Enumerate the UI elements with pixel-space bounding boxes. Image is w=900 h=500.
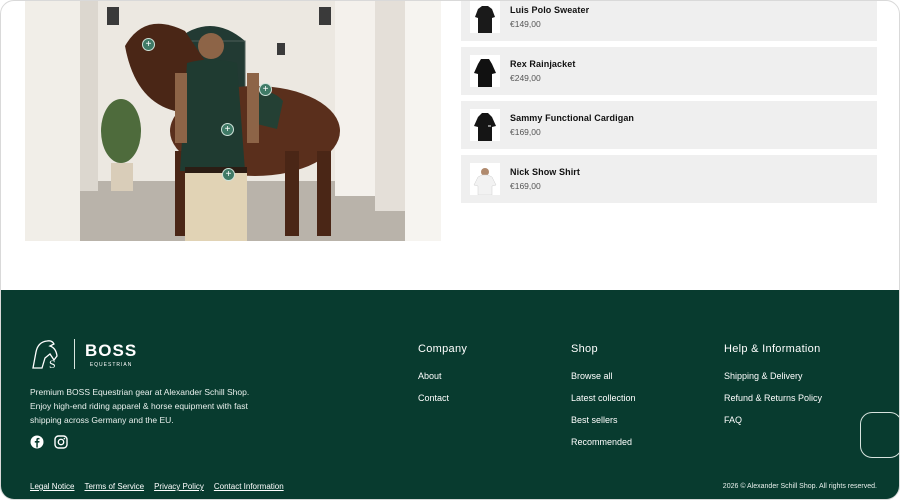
- product-list: Luis Polo Sweater €149,00 Rex Rainjacket…: [461, 1, 877, 209]
- site-footer: S BOSS EQUESTRIAN Premium BOSS Equestria…: [1, 290, 899, 499]
- product-thumbnail: [470, 55, 500, 87]
- product-price: €149,00: [510, 19, 541, 29]
- contact-information-link[interactable]: Contact Information: [214, 482, 284, 491]
- legal-notice-link[interactable]: Legal Notice: [30, 482, 74, 491]
- brand-tagline: EQUESTRIAN: [89, 361, 133, 368]
- footer-column-help: Help & Information Shipping & Delivery R…: [724, 343, 822, 437]
- product-price: €249,00: [510, 73, 541, 83]
- hotspot-saddle-pad[interactable]: +: [259, 83, 272, 96]
- legal-links: Legal Notice Terms of Service Privacy Po…: [30, 482, 284, 491]
- privacy-policy-link[interactable]: Privacy Policy: [154, 482, 204, 491]
- brand-name: BOSS: [85, 340, 138, 360]
- footer-heading: Help & Information: [724, 343, 821, 355]
- product-card[interactable]: Luis Polo Sweater €149,00: [461, 1, 877, 41]
- footer-column-shop: Shop Browse all Latest collection Best s…: [571, 343, 636, 459]
- product-name: Sammy Functional Cardigan: [510, 113, 635, 123]
- footer-link-about[interactable]: About: [418, 371, 467, 381]
- hotspot-breeches[interactable]: +: [222, 168, 235, 181]
- instagram-icon[interactable]: [54, 435, 68, 449]
- product-thumbnail: [470, 1, 500, 33]
- product-thumbnail: [470, 109, 500, 141]
- footer-link-contact[interactable]: Contact: [418, 393, 467, 403]
- footer-heading: Company: [418, 343, 468, 355]
- hotspot-bridle[interactable]: +: [142, 38, 155, 51]
- footer-link-shipping[interactable]: Shipping & Delivery: [724, 371, 822, 381]
- product-price: €169,00: [510, 181, 541, 191]
- footer-description: Premium BOSS Equestrian gear at Alexande…: [30, 387, 250, 425]
- social-links: [30, 435, 68, 449]
- hero-photo: + + + +: [25, 1, 441, 241]
- logo-divider: [74, 339, 75, 369]
- page-frame: + + + + Luis Polo Sweater €149,00 Rex Ra…: [0, 0, 900, 500]
- product-thumbnail: [470, 163, 500, 195]
- product-card[interactable]: Sammy Functional Cardigan €169,00: [461, 101, 877, 149]
- chat-widget-button[interactable]: [860, 412, 899, 458]
- product-name: Luis Polo Sweater: [510, 5, 590, 15]
- product-card[interactable]: Nick Show Shirt €169,00: [461, 155, 877, 203]
- footer-link-faq[interactable]: FAQ: [724, 415, 822, 425]
- horse-emblem-icon: S: [32, 340, 58, 370]
- footer-column-company: Company About Contact: [418, 343, 467, 415]
- brand-logo[interactable]: S BOSS EQUESTRIAN: [30, 338, 137, 370]
- copyright-text: 2026 © Alexander Schill Shop. All rights…: [722, 483, 877, 490]
- terms-of-service-link[interactable]: Terms of Service: [84, 482, 144, 491]
- footer-link-latest-collection[interactable]: Latest collection: [571, 393, 636, 403]
- facebook-icon[interactable]: [30, 435, 44, 449]
- product-card[interactable]: Rex Rainjacket €249,00: [461, 47, 877, 95]
- hero-illustration: [25, 1, 441, 241]
- footer-heading: Shop: [571, 343, 598, 355]
- footer-link-refund[interactable]: Refund & Returns Policy: [724, 393, 822, 403]
- product-name: Nick Show Shirt: [510, 167, 581, 177]
- hotspot-polo[interactable]: +: [221, 123, 234, 136]
- footer-link-best-sellers[interactable]: Best sellers: [571, 415, 636, 425]
- product-name: Rex Rainjacket: [510, 59, 576, 69]
- footer-link-browse-all[interactable]: Browse all: [571, 371, 636, 381]
- svg-text:S: S: [49, 357, 56, 370]
- product-price: €169,00: [510, 127, 541, 137]
- footer-link-recommended[interactable]: Recommended: [571, 437, 636, 447]
